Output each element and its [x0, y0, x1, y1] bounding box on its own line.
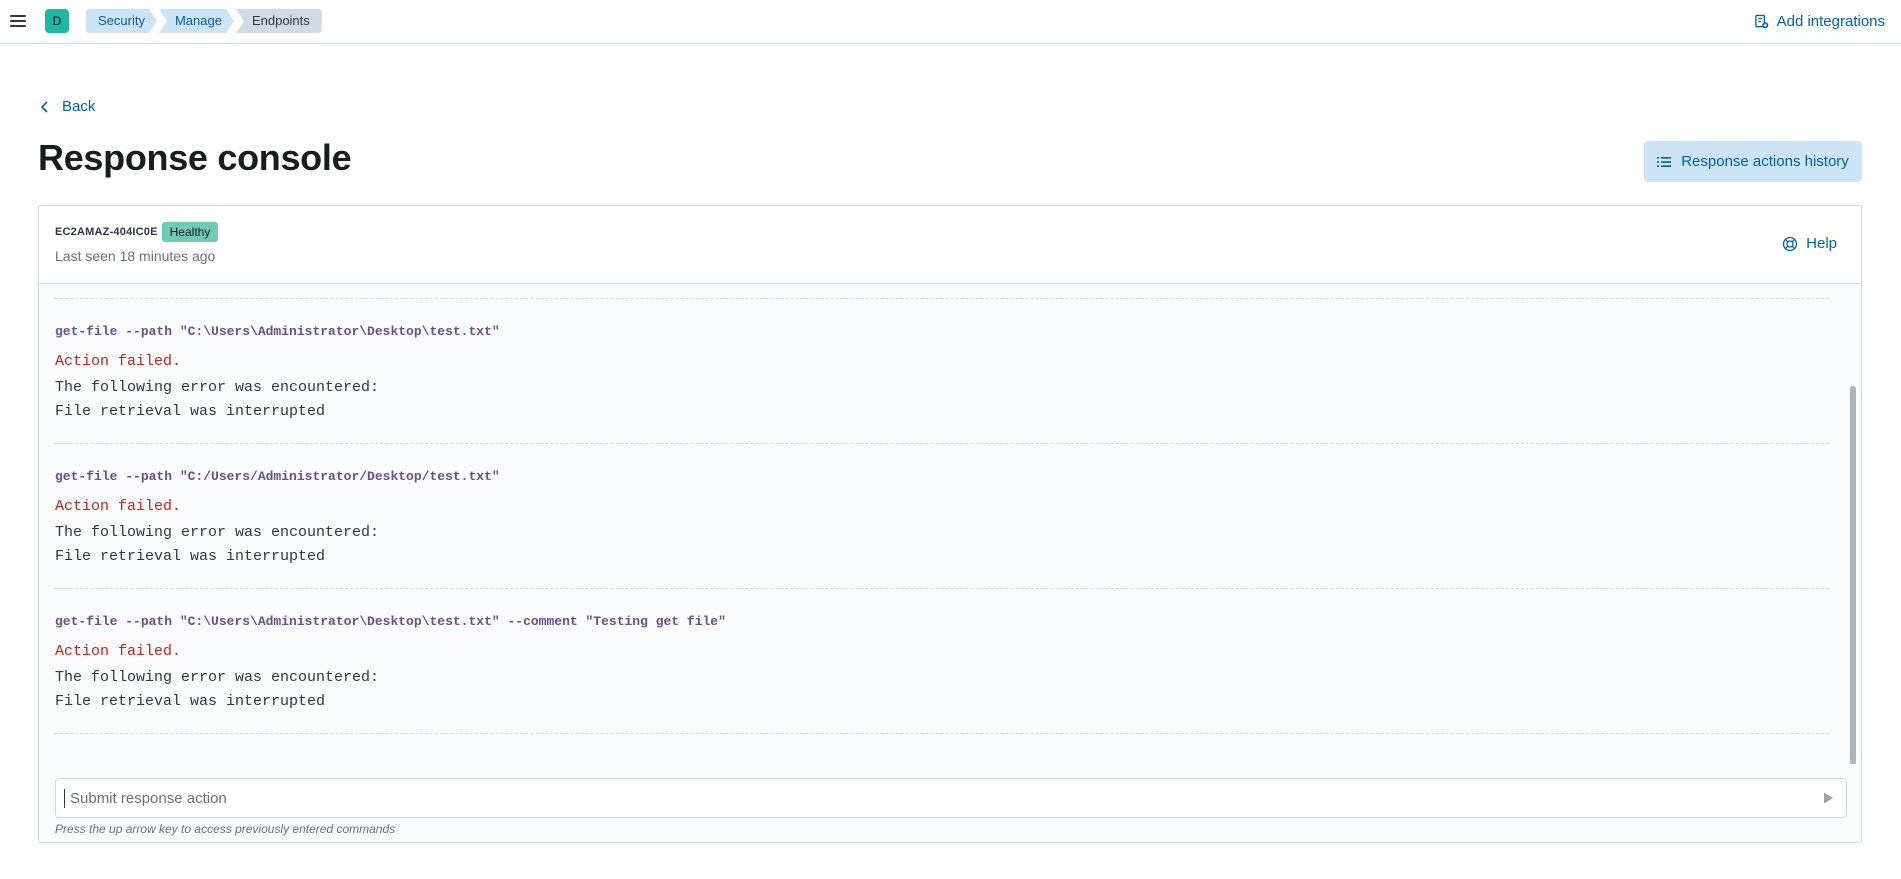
integrations-icon [1754, 14, 1768, 28]
text-cursor [64, 789, 65, 808]
console-scrollbar[interactable] [1850, 386, 1856, 764]
action-result: Action failed. [55, 498, 182, 515]
add-integrations-label: Add integrations [1776, 12, 1885, 30]
console-header: EC2AMAZ-404IC0E Healthy Last seen 18 min… [39, 206, 1861, 284]
error-title: The following error was encountered: [55, 669, 380, 686]
command-input[interactable] [70, 779, 1790, 817]
input-hint: Press the up arrow key to access previou… [55, 822, 396, 836]
action-result: Action failed. [55, 353, 182, 370]
breadcrumb-security[interactable]: Security [86, 9, 157, 33]
list-icon [1657, 156, 1672, 167]
console-output[interactable]: get-file --path "C:\Users\Administrator\… [39, 284, 1861, 764]
error-title: The following error was encountered: [55, 524, 380, 541]
help-button[interactable]: Help [1782, 235, 1837, 252]
history-button-label: Response actions history [1681, 153, 1849, 170]
breadcrumb-manage[interactable]: Manage [159, 9, 234, 33]
last-seen: Last seen 18 minutes ago [55, 248, 216, 264]
send-icon[interactable] [1820, 790, 1836, 806]
entry-divider [55, 298, 1829, 299]
status-badge: Healthy [161, 222, 219, 242]
response-actions-history-button[interactable]: Response actions history [1644, 141, 1862, 182]
top-header: D Security Manage Endpoints Add integrat… [0, 0, 1901, 44]
action-result: Action failed. [55, 643, 182, 660]
entry-divider [55, 733, 1829, 734]
error-detail: File retrieval was interrupted [55, 548, 326, 565]
help-icon [1782, 236, 1798, 251]
console-entry: get-file --path "C:/Users/Administrator/… [55, 469, 1825, 566]
entry-divider [55, 588, 1829, 589]
console-entry: get-file --path "C:\Users\Administrator\… [55, 614, 1825, 711]
page-title: Response console [38, 137, 352, 178]
command-text: get-file --path "C:\Users\Administrator\… [55, 324, 500, 339]
host-name: EC2AMAZ-404IC0E [55, 226, 158, 238]
error-detail: File retrieval was interrupted [55, 693, 326, 710]
command-text: get-file --path "C:/Users/Administrator/… [55, 469, 500, 484]
back-link[interactable]: Back [40, 98, 95, 115]
command-input-box[interactable] [55, 778, 1847, 818]
entry-divider [55, 443, 1829, 444]
host-info: EC2AMAZ-404IC0E Healthy [55, 222, 219, 242]
error-detail: File retrieval was interrupted [55, 403, 326, 420]
breadcrumb-endpoints: Endpoints [235, 9, 322, 33]
chevron-left-icon [40, 100, 48, 113]
response-console: EC2AMAZ-404IC0E Healthy Last seen 18 min… [38, 205, 1862, 843]
menu-icon[interactable] [8, 11, 28, 31]
console-entry: get-file --path "C:\Users\Administrator\… [55, 324, 1825, 421]
help-label: Help [1806, 235, 1837, 252]
add-integrations-link[interactable]: Add integrations [1754, 10, 1885, 32]
error-title: The following error was encountered: [55, 379, 380, 396]
space-avatar[interactable]: D [45, 9, 69, 33]
breadcrumb: Security Manage Endpoints [86, 9, 324, 33]
back-label: Back [62, 98, 96, 115]
command-text: get-file --path "C:\Users\Administrator\… [55, 614, 726, 629]
